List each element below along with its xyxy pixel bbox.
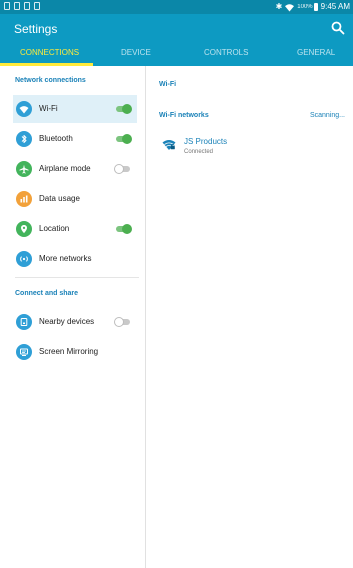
tab-controls[interactable]: CONTROLS bbox=[204, 47, 248, 59]
network-status: Connected bbox=[184, 149, 214, 155]
tab-device[interactable]: DEVICE bbox=[121, 47, 151, 59]
tab-connections[interactable]: CONNECTIONS bbox=[20, 47, 79, 59]
notification-icon bbox=[14, 2, 20, 10]
scan-status: Scanning... bbox=[309, 112, 345, 119]
tab-general[interactable]: GENERAL bbox=[297, 47, 335, 59]
sidebar-item-data-usage[interactable]: Data usage bbox=[13, 185, 137, 213]
status-bar: ✱ 100% 9:45 AM bbox=[0, 0, 353, 14]
sidebar-item-label: Airplane mode bbox=[39, 164, 91, 173]
sidebar-item-label: More networks bbox=[39, 254, 92, 263]
chart-icon bbox=[16, 191, 32, 207]
bluetooth-toggle[interactable] bbox=[114, 133, 132, 145]
network-name: JS Products bbox=[184, 137, 228, 146]
wifi-networks-header: Wi-Fi networks bbox=[159, 112, 209, 119]
airplane-icon bbox=[16, 161, 32, 177]
screen-mirroring-icon bbox=[16, 344, 32, 360]
location-toggle[interactable] bbox=[114, 223, 132, 235]
sidebar-item-label: Location bbox=[39, 224, 70, 233]
location-pin-icon bbox=[16, 221, 32, 237]
network-item[interactable]: JS Products Connected bbox=[159, 135, 339, 159]
wifi-secured-icon bbox=[162, 137, 176, 151]
panel-title: Wi-Fi bbox=[159, 81, 177, 88]
sidebar-item-more-networks[interactable]: More networks bbox=[13, 245, 137, 273]
bluetooth-icon: ✱ bbox=[275, 2, 283, 11]
nearby-devices-toggle[interactable] bbox=[114, 316, 132, 328]
battery-indicator: 100% bbox=[297, 2, 318, 12]
sidebar-item-airplane-mode[interactable]: Airplane mode bbox=[13, 155, 137, 183]
more-networks-icon bbox=[16, 251, 32, 267]
wifi-toggle[interactable] bbox=[114, 103, 132, 115]
sidebar-item-label: Wi-Fi bbox=[39, 104, 58, 113]
bluetooth-icon bbox=[16, 131, 32, 147]
app-header: Settings CONNECTIONS DEVICE CONTROLS GEN… bbox=[0, 14, 353, 66]
wifi-detail-panel: Wi-Fi Wi-Fi networks Scanning... JS Prod… bbox=[146, 66, 353, 568]
page-title: Settings bbox=[14, 22, 58, 36]
status-bar-notifications bbox=[4, 2, 40, 10]
sidebar-item-location[interactable]: Location bbox=[13, 215, 137, 243]
tab-bar: CONNECTIONS DEVICE CONTROLS GENERAL bbox=[0, 44, 353, 66]
status-time: 9:45 AM bbox=[320, 2, 350, 11]
notification-icon bbox=[4, 2, 10, 10]
sidebar-item-label: Bluetooth bbox=[39, 134, 73, 143]
section-title-network-connections: Network connections bbox=[15, 77, 86, 84]
nearby-devices-icon bbox=[16, 314, 32, 330]
status-bar-indicators: ✱ 100% 9:45 AM bbox=[276, 2, 350, 12]
sidebar-item-label: Nearby devices bbox=[39, 317, 95, 326]
section-divider bbox=[15, 277, 139, 278]
notification-icon bbox=[24, 2, 30, 10]
section-title-connect-and-share: Connect and share bbox=[15, 290, 79, 297]
sidebar-item-screen-mirroring[interactable]: Screen Mirroring bbox=[13, 338, 137, 366]
battery-icon bbox=[313, 3, 318, 11]
sidebar-item-label: Screen Mirroring bbox=[39, 347, 99, 356]
sidebar-item-label: Data usage bbox=[39, 194, 80, 203]
airplane-mode-toggle[interactable] bbox=[114, 163, 132, 175]
wifi-icon bbox=[285, 3, 295, 12]
sidebar-item-bluetooth[interactable]: Bluetooth bbox=[13, 125, 137, 153]
search-icon[interactable] bbox=[330, 20, 346, 36]
wifi-icon bbox=[16, 101, 32, 117]
image-icon bbox=[34, 2, 40, 10]
battery-percent: 100% bbox=[297, 4, 313, 10]
settings-sidebar: Network connections Wi-Fi Bluetooth Airp… bbox=[0, 66, 145, 568]
sidebar-item-nearby-devices[interactable]: Nearby devices bbox=[13, 308, 137, 336]
sidebar-item-wifi[interactable]: Wi-Fi bbox=[13, 95, 137, 123]
